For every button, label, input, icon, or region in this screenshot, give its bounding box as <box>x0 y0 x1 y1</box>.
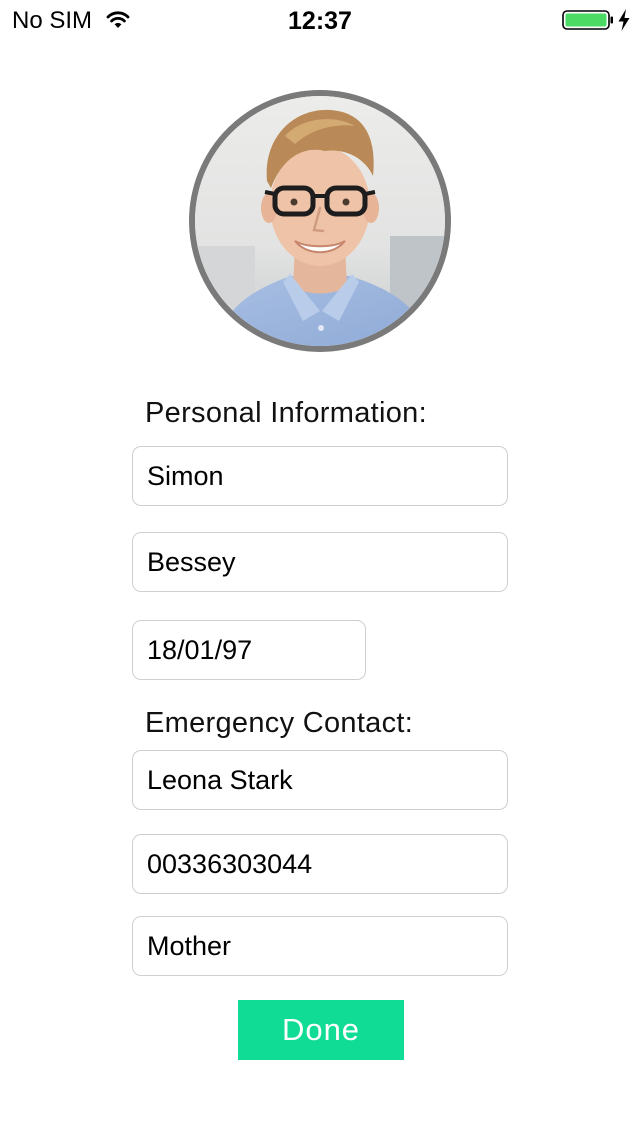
personal-information-label: Personal Information: <box>145 397 427 429</box>
date-of-birth-field[interactable] <box>132 620 366 680</box>
done-button[interactable]: Done <box>238 1000 404 1060</box>
last-name-field[interactable] <box>132 532 508 592</box>
emergency-contact-label: Emergency Contact: <box>145 707 414 739</box>
profile-photo <box>195 96 445 346</box>
emergency-relationship-field[interactable] <box>132 916 508 976</box>
profile-screen: No SIM 12:37 Personal Information: Simon… <box>0 0 640 1136</box>
emergency-name-field[interactable] <box>132 750 508 810</box>
emergency-phone-field[interactable] <box>132 834 508 894</box>
charging-icon <box>618 9 630 31</box>
status-bar: No SIM 12:37 <box>0 0 640 40</box>
first-name-field[interactable] <box>132 446 508 506</box>
battery-icon <box>562 10 613 30</box>
avatar[interactable] <box>189 90 451 352</box>
clock: 12:37 <box>288 7 352 35</box>
